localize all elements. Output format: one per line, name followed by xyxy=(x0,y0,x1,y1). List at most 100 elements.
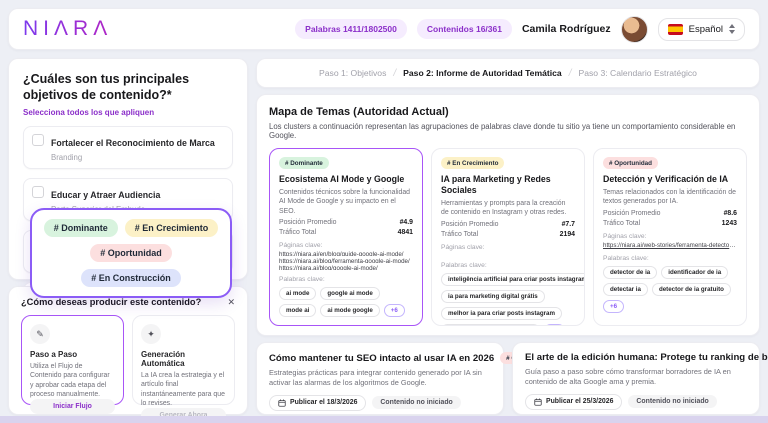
start-flow-button[interactable]: Iniciar Flujo xyxy=(30,399,115,414)
keyword-chip: identificador de ia xyxy=(661,266,728,279)
idea-description: Guía paso a paso sobre cómo transformar … xyxy=(525,367,747,388)
option-checkbox[interactable] xyxy=(32,186,44,198)
pages-label: Páginas clave: xyxy=(603,233,737,240)
header-right: Palabras 1411/1802500 Contenidos 16/361 … xyxy=(295,16,745,43)
keyword-chip: mode ai xyxy=(279,304,316,317)
objective-option-branding[interactable]: Fortalecer el Reconocimiento de Marca Br… xyxy=(23,126,233,169)
page-link[interactable]: https://niara.ai/blog/ferramenta-google-… xyxy=(279,258,413,263)
idea-title: Cómo mantener tu SEO intacto al usar IA … xyxy=(269,353,494,364)
brand-logo: NIΛRΛ xyxy=(23,17,112,41)
pages-label: Páginas clave: xyxy=(279,242,413,249)
more-keywords-chip[interactable]: +6 xyxy=(544,324,565,326)
steps-bar: Paso 1: Objetivos / Paso 2: Informe de A… xyxy=(256,58,760,88)
cluster-status-legend: # Dominante # En Crecimiento # Oportunid… xyxy=(30,208,232,298)
app-header: NIΛRΛ Palabras 1411/1802500 Contenidos 1… xyxy=(8,8,760,50)
producer-option-generacion-automatica[interactable]: ✦ Generación Automática La IA crea la es… xyxy=(132,315,235,405)
legend-tag-en-crecimiento: # En Crecimiento xyxy=(125,219,219,237)
step-separator: / xyxy=(393,68,396,79)
step-objetivos[interactable]: Paso 1: Objetivos xyxy=(319,68,386,78)
user-avatar[interactable] xyxy=(621,16,648,43)
idea-card-edicion-humana[interactable]: El arte de la edición humana: Protege tu… xyxy=(512,342,760,415)
pen-icon: ✎ xyxy=(30,324,50,344)
keyword-chip: detectar ia xyxy=(603,283,648,296)
objectives-title: ¿Cuáles son tus principales objetivos de… xyxy=(23,71,233,104)
publish-date-label: Publicar el 18/3/2026 xyxy=(290,399,357,406)
stat-label: Tráfico Total xyxy=(441,231,478,238)
producer-title: ¿Cómo deseas producir este contenido? xyxy=(21,297,201,307)
producer-option-paso-a-paso[interactable]: ✎ Paso a Paso Utiliza el Flujo de Conten… xyxy=(21,315,124,405)
cluster-description: Temas relacionados con la identificación… xyxy=(603,188,737,207)
spain-flag-icon xyxy=(668,24,683,35)
idea-card-seo-intacto[interactable]: Cómo mantener tu SEO intacto al usar IA … xyxy=(256,342,504,415)
page-link[interactable]: https://niara.ai/web-stories/ferramenta-… xyxy=(603,242,737,249)
more-keywords-chip[interactable]: +6 xyxy=(384,304,405,317)
cluster-title: Detección y Verificación de IA xyxy=(603,174,737,185)
stat-value-position: #8.6 xyxy=(724,210,737,217)
producer-option-description: La IA crea la estrategia y el artículo f… xyxy=(141,371,226,408)
chevron-updown-icon xyxy=(729,24,735,34)
publish-date-pill: Publicar el 25/3/2026 xyxy=(525,394,622,410)
user-name: Camila Rodríguez xyxy=(522,23,611,35)
page-link[interactable]: https://niara.ai/blog/google-ai-mode/ xyxy=(279,265,413,270)
producer-panel: ¿Cómo deseas producir este contenido? ✕ … xyxy=(8,286,248,415)
keyword-chip: ai mode xyxy=(279,287,316,300)
contents-usage-badge: Contenidos 16/361 xyxy=(417,19,512,39)
status-pill: Contenido no iniciado xyxy=(372,396,460,409)
status-pill: Contenido no iniciado xyxy=(628,395,716,408)
topic-map-title: Mapa de Temas (Autoridad Actual) xyxy=(269,106,747,118)
cluster-tag: # En Crecimiento xyxy=(441,157,504,169)
more-keywords-chip[interactable]: +6 xyxy=(603,300,624,313)
words-usage-badge: Palabras 1411/1802500 xyxy=(295,19,407,39)
language-selector[interactable]: Español xyxy=(658,18,745,41)
objectives-subtitle: Selecciona todos los que apliquen xyxy=(23,108,233,117)
publish-date-label: Publicar el 25/3/2026 xyxy=(546,398,613,405)
option-sublabel: Branding xyxy=(51,153,215,162)
stat-value-traffic: 2194 xyxy=(560,231,575,238)
pages-label: Páginas clave: xyxy=(441,244,575,251)
keyword-chip: google ai mode xyxy=(320,287,379,300)
keywords-label: Palabras clave: xyxy=(603,255,737,262)
step-separator: / xyxy=(569,68,572,79)
cluster-description: Herramientas y prompts para la creación … xyxy=(441,199,575,218)
legend-tag-en-construccion: # En Construcción xyxy=(81,269,181,287)
producer-option-name: Generación Automática xyxy=(141,350,226,368)
page: NIΛRΛ Palabras 1411/1802500 Contenidos 1… xyxy=(0,0,768,423)
step-calendario[interactable]: Paso 3: Calendario Estratégico xyxy=(578,68,696,78)
keywords-label: Palabras clave: xyxy=(279,276,413,283)
stat-label: Posición Promedio xyxy=(279,219,336,226)
keyword-chip: ia para criar posts instagram xyxy=(441,324,540,326)
legend-tag-dominante: # Dominante xyxy=(44,219,118,237)
keyword-chip: inteligência artificial para criar posts… xyxy=(441,273,585,286)
close-icon[interactable]: ✕ xyxy=(227,298,235,307)
stat-label: Tráfico Total xyxy=(279,229,316,236)
keyword-chip: detector de ia gratuito xyxy=(652,283,731,296)
cluster-card-ia-marketing-redes[interactable]: # En Crecimiento IA para Marketing y Red… xyxy=(431,148,585,326)
producer-option-description: Utiliza el Flujo de Contenido para confi… xyxy=(30,362,115,399)
producer-option-name: Paso a Paso xyxy=(30,350,115,359)
stat-value-traffic: 1243 xyxy=(722,220,737,227)
cluster-title: IA para Marketing y Redes Sociales xyxy=(441,174,575,196)
step-informe-autoridad[interactable]: Paso 2: Informe de Autoridad Temática xyxy=(403,68,562,78)
idea-title: El arte de la edición humana: Protege tu… xyxy=(525,352,768,363)
option-label: Fortalecer el Reconocimiento de Marca xyxy=(51,138,215,148)
cluster-card-ecosistema-ai-mode[interactable]: # Dominante Ecosistema AI Mode y Google … xyxy=(269,148,423,326)
topic-map-subtitle: Los clusters a continuación representan … xyxy=(269,122,747,140)
option-checkbox[interactable] xyxy=(32,134,44,146)
keyword-chip: ai mode google xyxy=(320,304,379,317)
stat-label: Tráfico Total xyxy=(603,220,640,227)
keyword-chip: detector de ia xyxy=(603,266,657,279)
stat-value-traffic: 4841 xyxy=(398,229,413,236)
page-bottom-glow xyxy=(0,416,768,423)
stat-label: Posición Promedio xyxy=(603,210,660,217)
keyword-chip: melhor ia para criar posts instagram xyxy=(441,307,562,320)
cluster-card-deteccion-verificacion-ia[interactable]: # Oportunidad Detección y Verificación d… xyxy=(593,148,747,326)
topic-map-panel: Mapa de Temas (Autoridad Actual) Los clu… xyxy=(256,94,760,336)
stat-label: Posición Promedio xyxy=(441,221,498,228)
cluster-tag: # Dominante xyxy=(279,157,329,169)
keyword-chip: ia para marketing digital grátis xyxy=(441,290,545,303)
option-label: Educar y Atraer Audiencia xyxy=(51,190,160,200)
language-label: Español xyxy=(689,24,723,35)
calendar-icon xyxy=(278,399,286,407)
idea-description: Estrategias prácticas para integrar cont… xyxy=(269,368,491,389)
page-link[interactable]: https://niara.ai/en/blog/guide-google-ai… xyxy=(279,251,413,256)
